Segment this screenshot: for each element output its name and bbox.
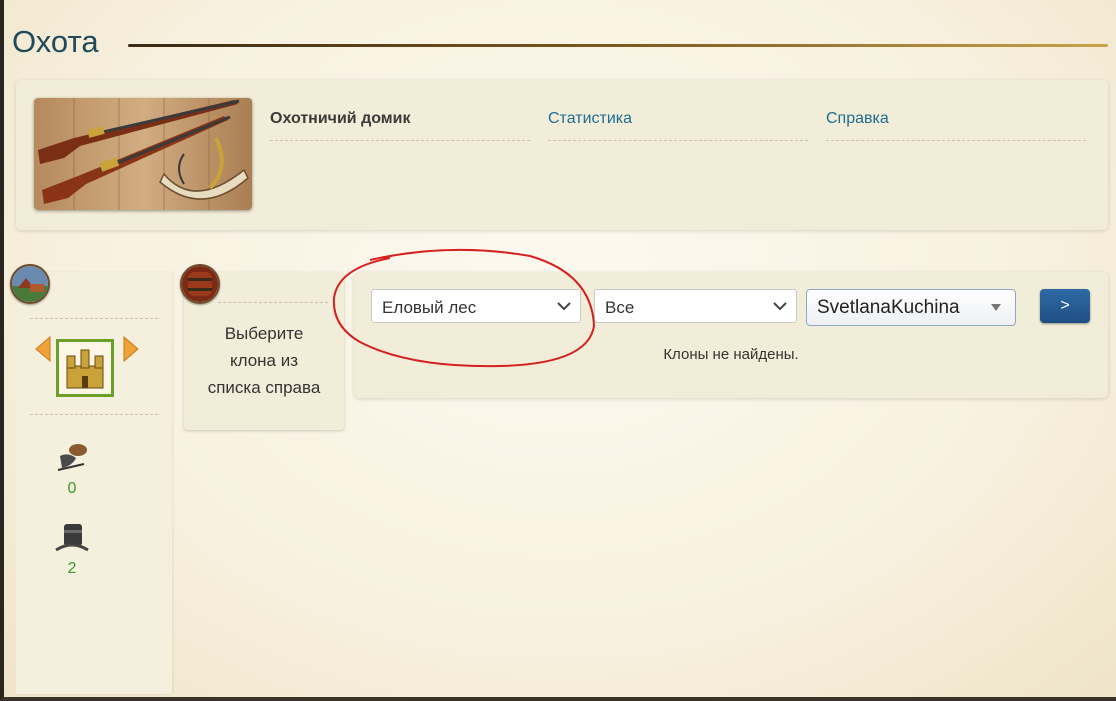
statistics-link[interactable]: Статистика [548,110,808,141]
title-divider [128,44,1108,47]
barrel-icon [54,522,90,559]
location-select-value: Еловый лес [382,298,477,317]
bait-count: 0 [67,480,77,497]
go-button[interactable]: > [1040,289,1090,323]
selected-item-box[interactable] [56,339,114,397]
user-select[interactable]: SvetlanaKuchina [806,289,1016,326]
prev-arrow-icon[interactable] [34,335,52,367]
empty-message: Клоны не найдены. [663,346,799,363]
chevron-down-icon [773,302,787,311]
clone-prompt-line1: Выберите [224,324,304,343]
clone-prompt-line2: клона из [229,351,299,370]
location-select[interactable]: Еловый лес [371,289,581,323]
clone-prompt: Выберите клона из списка справа [196,320,332,401]
location-avatar-icon[interactable] [10,264,50,304]
type-select-value: Все [605,298,635,317]
hunting-lodge-label: Охотничий домик [270,110,530,141]
type-select[interactable]: Все [594,289,797,323]
dropdown-triangle-icon [991,304,1001,311]
user-select-value: SvetlanaKuchina [817,297,960,318]
page-title: Охота [12,24,99,59]
clone-divider [218,302,328,303]
hunting-lodge-image [34,98,252,210]
barrel-avatar-icon [180,264,220,304]
help-link[interactable]: Справка [826,110,1086,141]
sidebar-divider-bottom [30,414,158,415]
castle-icon [66,349,104,389]
clone-prompt-line3: списка справа [207,378,321,397]
next-arrow-icon[interactable] [122,335,140,367]
chevron-down-icon [557,302,571,311]
barrel-count: 2 [67,560,77,577]
bait-icon [54,442,90,477]
sidebar-divider-top [30,318,158,319]
